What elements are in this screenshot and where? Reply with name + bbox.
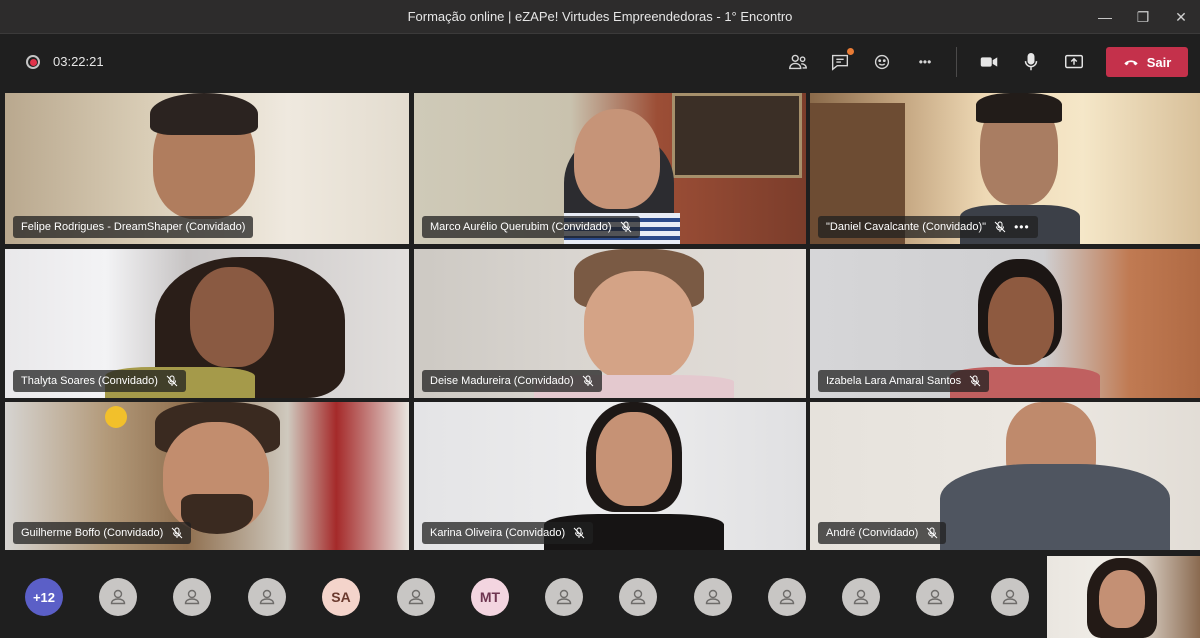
participant-shirt <box>940 464 1170 550</box>
person-icon <box>1002 589 1018 605</box>
participant-video <box>988 277 1054 365</box>
participant-video <box>1099 570 1145 628</box>
person-icon <box>259 589 275 605</box>
participant-avatar[interactable] <box>248 578 286 616</box>
participant-avatar[interactable] <box>991 578 1029 616</box>
minimize-button[interactable]: — <box>1086 0 1124 34</box>
camera-icon[interactable] <box>977 50 1001 74</box>
meeting-toolbar: 03:22:21 ••• Sair <box>0 34 1200 90</box>
participant-video <box>574 109 660 209</box>
participant-nameplate: Deise Madureira (Convidado) <box>422 370 602 392</box>
reactions-icon[interactable] <box>870 50 894 74</box>
participant-nameplate: Karina Oliveira (Convidado) <box>422 522 594 544</box>
participant-nameplate: Felipe Rodrigues - DreamShaper (Convidad… <box>13 216 254 238</box>
person-icon <box>927 589 943 605</box>
microphone-icon[interactable] <box>1019 50 1043 74</box>
participant-avatar[interactable] <box>768 578 806 616</box>
person-icon <box>408 589 424 605</box>
participant-hair <box>150 93 258 135</box>
overflow-participants-button[interactable]: +12 <box>25 578 63 616</box>
participant-name: Izabela Lara Amaral Santos <box>826 375 962 387</box>
toolbar-divider <box>956 47 957 77</box>
leave-label: Sair <box>1146 54 1172 70</box>
participant-avatar[interactable] <box>916 578 954 616</box>
mic-off-icon <box>171 527 183 539</box>
mic-off-icon <box>582 375 594 387</box>
participant-video <box>190 267 274 367</box>
mic-off-icon <box>969 375 981 387</box>
participant-name: André (Convidado) <box>826 527 919 539</box>
more-options-icon[interactable]: ••• <box>913 50 937 74</box>
video-tile[interactable]: Marco Aurélio Querubim (Convidado) <box>414 93 806 244</box>
person-icon <box>184 589 200 605</box>
share-screen-icon[interactable] <box>1062 50 1086 74</box>
video-tile[interactable]: Felipe Rodrigues - DreamShaper (Convidad… <box>5 93 409 244</box>
participant-nameplate: Marco Aurélio Querubim (Convidado) <box>422 216 640 238</box>
restore-button[interactable]: ❐ <box>1124 0 1162 34</box>
chat-icon[interactable] <box>828 48 854 74</box>
video-tile[interactable]: "Daniel Cavalcante (Convidado)" ••• <box>810 93 1200 244</box>
sunflower <box>105 406 127 428</box>
close-button[interactable]: ✕ <box>1162 0 1200 34</box>
participant-name: Guilherme Boffo (Convidado) <box>21 527 164 539</box>
video-tile[interactable]: Thalyta Soares (Convidado) <box>5 249 409 398</box>
person-icon <box>853 589 869 605</box>
person-icon <box>630 589 646 605</box>
phone-hangup-icon <box>1124 60 1138 66</box>
participant-avatar-initials[interactable]: SA <box>322 578 360 616</box>
participant-avatar[interactable] <box>397 578 435 616</box>
video-tile[interactable]: Deise Madureira (Convidado) <box>414 249 806 398</box>
self-view-video[interactable] <box>1047 556 1200 638</box>
participant-avatar[interactable] <box>842 578 880 616</box>
wall-picture <box>672 93 802 178</box>
participant-beard <box>181 494 253 534</box>
participant-avatar-initials[interactable]: MT <box>471 578 509 616</box>
participant-name: "Daniel Cavalcante (Convidado)" <box>826 221 987 233</box>
person-icon <box>705 589 721 605</box>
participant-nameplate: André (Convidado) <box>818 522 947 544</box>
participant-avatar[interactable] <box>99 578 137 616</box>
participant-avatar[interactable] <box>619 578 657 616</box>
participant-name: Karina Oliveira (Convidado) <box>430 527 566 539</box>
participant-nameplate: Guilherme Boffo (Convidado) <box>13 522 192 544</box>
participant-nameplate: Izabela Lara Amaral Santos <box>818 370 990 392</box>
tile-more-options[interactable]: ••• <box>1014 220 1030 234</box>
mic-off-icon <box>620 221 632 233</box>
person-icon <box>556 589 572 605</box>
window-title: Formação online | eZAPe! Virtudes Empree… <box>407 9 793 24</box>
participant-avatar[interactable] <box>545 578 583 616</box>
mic-off-icon <box>166 375 178 387</box>
person-icon <box>779 589 795 605</box>
mic-off-icon <box>573 527 585 539</box>
person-icon <box>110 589 126 605</box>
video-tile[interactable]: Karina Oliveira (Convidado) <box>414 402 806 550</box>
participant-hair <box>976 93 1062 123</box>
notification-badge <box>847 48 854 55</box>
participant-nameplate: "Daniel Cavalcante (Convidado)" ••• <box>818 216 1038 238</box>
window-controls: — ❐ ✕ <box>1086 0 1200 34</box>
participants-icon[interactable] <box>786 50 810 74</box>
mic-off-icon <box>994 221 1006 233</box>
video-tile[interactable]: André (Convidado) <box>810 402 1200 550</box>
mic-off-icon <box>926 527 938 539</box>
teams-meeting-window: Formação online | eZAPe! Virtudes Empree… <box>0 0 1200 638</box>
video-tile[interactable]: Guilherme Boffo (Convidado) <box>5 402 409 550</box>
participant-strip: +12 SA MT <box>0 554 1200 638</box>
participant-nameplate: Thalyta Soares (Convidado) <box>13 370 186 392</box>
participant-name: Marco Aurélio Querubim (Convidado) <box>430 221 612 233</box>
participant-name: Thalyta Soares (Convidado) <box>21 375 158 387</box>
record-icon <box>26 55 40 69</box>
meeting-timer: 03:22:21 <box>53 54 104 69</box>
participant-video <box>596 412 672 506</box>
participant-name: Felipe Rodrigues - DreamShaper (Convidad… <box>21 221 246 233</box>
participant-avatar[interactable] <box>694 578 732 616</box>
participant-video <box>584 271 694 381</box>
leave-button[interactable]: Sair <box>1106 47 1188 77</box>
participant-avatar[interactable] <box>173 578 211 616</box>
video-tile[interactable]: Izabela Lara Amaral Santos <box>810 249 1200 398</box>
title-bar: Formação online | eZAPe! Virtudes Empree… <box>0 0 1200 34</box>
participant-name: Deise Madureira (Convidado) <box>430 375 574 387</box>
